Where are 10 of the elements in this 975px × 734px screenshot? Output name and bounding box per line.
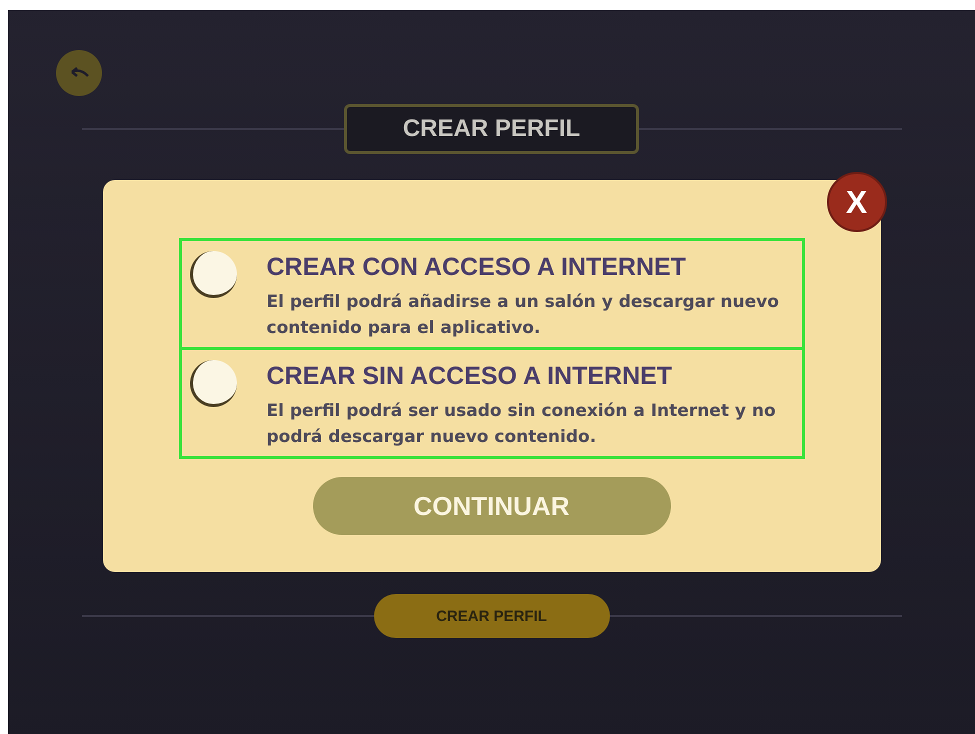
option-description: El perfil podrá ser usado sin conexión a Internet y no podrá descargar nuevo contenido. [266,400,777,448]
screen-title: CREAR PERFIL [344,104,640,154]
option-title: CREAR CON ACCESO A INTERNET [266,253,687,282]
option-row[interactable]: CREAR CON ACCESO A INTERNET El perfil podrá añadirse a un salón y descargar nuevo contenido para el aplicativo. [178,238,804,350]
radio-button[interactable] [190,360,236,407]
option-row[interactable]: CREAR SIN ACCESO A INTERNET El perfil podrá ser usado sin conexión a Internet y no podrá descargar nuevo contenido. [178,350,804,459]
close-button[interactable]: X [826,172,886,232]
option-title: CREAR SIN ACCESO A INTERNET [266,362,674,391]
radio-button[interactable] [190,251,236,298]
option-description: El perfil podrá añadirse a un salón y descargar nuevo contenido para el aplicativo. [266,291,780,340]
